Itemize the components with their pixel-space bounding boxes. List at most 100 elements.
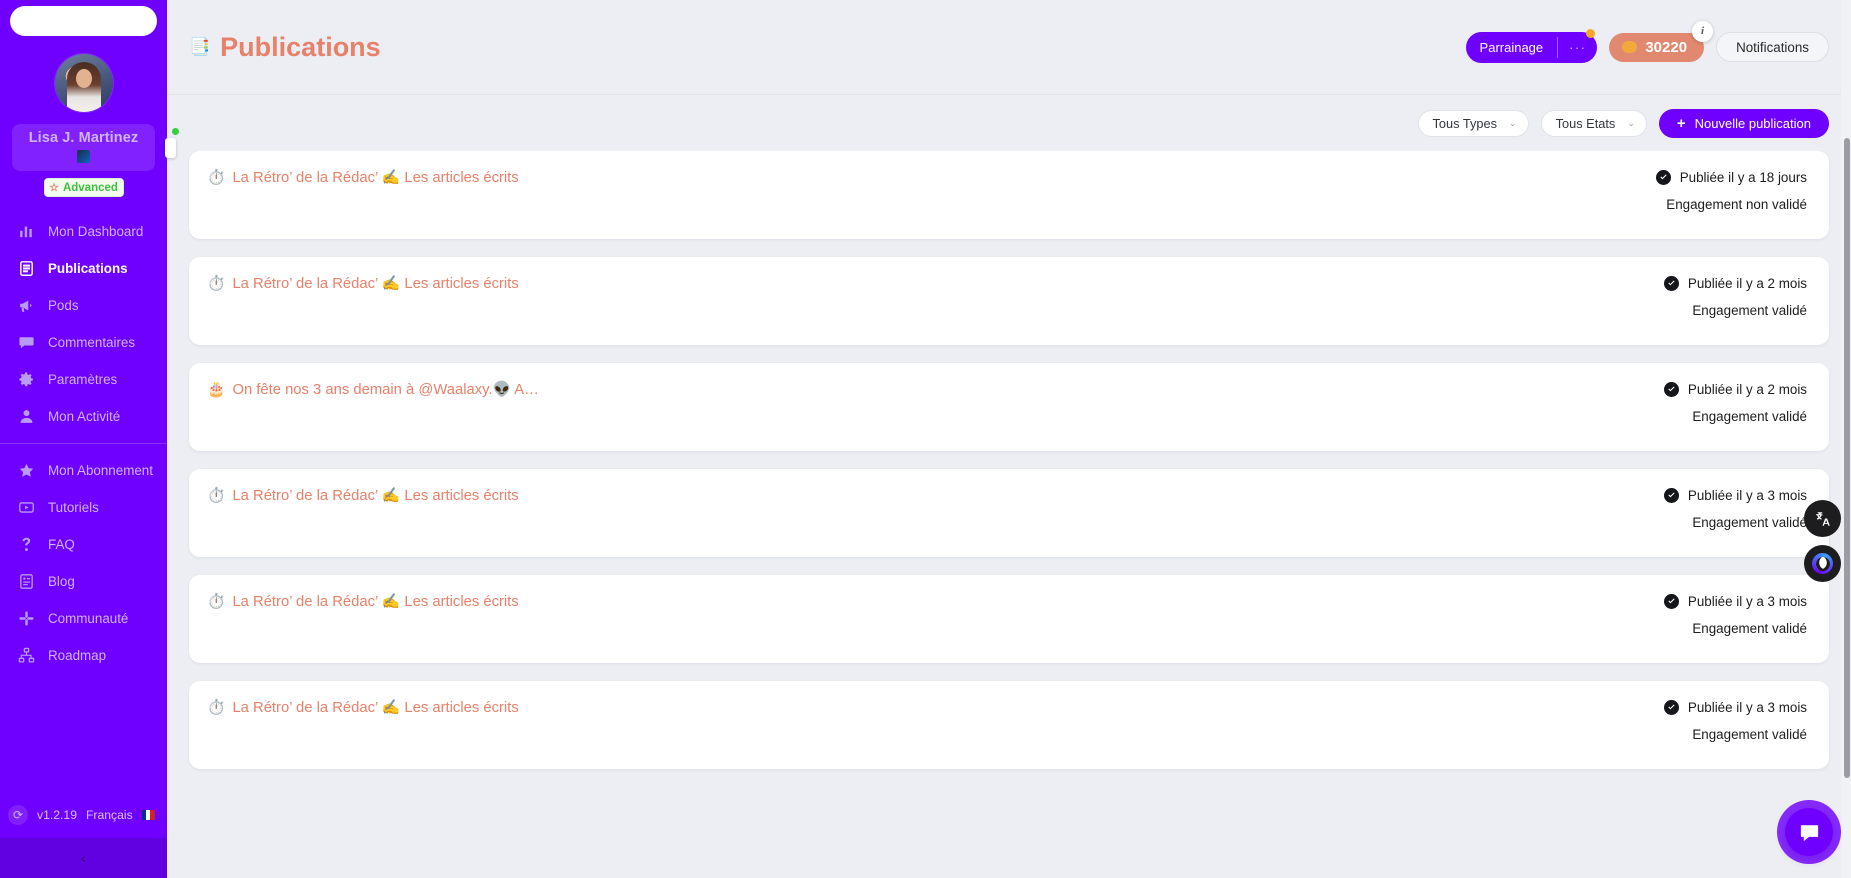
publications-list: ⏱️ La Rétro’ de la Rédac’ ✍️ Les article… (167, 151, 1851, 878)
publication-card[interactable]: ⏱️ La Rétro’ de la Rédac’ ✍️ Les article… (189, 151, 1829, 239)
state-filter-value: Tous Etats (1555, 115, 1616, 131)
chat-bubble-icon[interactable] (1785, 808, 1833, 856)
publication-status-text: Publiée il y a 3 mois (1687, 700, 1807, 715)
publication-card[interactable]: ⏱️ La Rétro’ de la Rédac’ ✍️ Les article… (189, 469, 1829, 557)
publication-status: Publiée il y a 3 mois (1663, 594, 1807, 609)
language-label[interactable]: Français (86, 808, 133, 822)
state-filter-select[interactable]: Tous Etats ⌄ (1540, 109, 1647, 137)
check-circle-icon (1663, 488, 1679, 503)
sidebar-item-roadmap[interactable]: Roadmap (0, 637, 167, 674)
publication-emoji: ⏱️ (207, 594, 226, 610)
publication-title[interactable]: ⏱️ La Rétro’ de la Rédac’ ✍️ Les article… (207, 275, 519, 295)
comment-icon (17, 334, 35, 352)
publication-meta: Publiée il y a 3 mois Engagement validé (1663, 699, 1807, 742)
user-icon (17, 408, 35, 426)
sidebar-search-input[interactable] (10, 6, 157, 36)
publication-title[interactable]: ⏱️ La Rétro’ de la Rédac’ ✍️ Les article… (207, 169, 519, 189)
filter-bar: Tous Types ⌄ Tous Etats ⌄ + Nouvelle pub… (167, 95, 1851, 151)
type-filter-select[interactable]: Tous Types ⌄ (1417, 109, 1529, 137)
plan-label: Advanced (62, 181, 118, 194)
avatar[interactable] (54, 54, 113, 112)
engagement-status: Engagement validé (1692, 303, 1807, 318)
publication-title[interactable]: ⏱️ La Rétro’ de la Rédac’ ✍️ Les article… (207, 699, 519, 719)
check-circle-icon (1663, 276, 1679, 291)
sidebar-item-faq[interactable]: FAQ (0, 526, 167, 563)
chevron-down-icon: ⌄ (1509, 117, 1517, 128)
publication-meta: Publiée il y a 2 mois Engagement validé (1663, 275, 1807, 318)
scrollbar-thumb[interactable] (1844, 138, 1850, 778)
sidebar-item-communaute[interactable]: Communauté (0, 600, 167, 637)
sidebar-item-commentaires[interactable]: Commentaires (0, 324, 167, 361)
publication-meta: Publiée il y a 3 mois Engagement validé (1663, 593, 1807, 636)
page-title-icon: 📑 (189, 37, 211, 56)
publication-meta: Publiée il y a 2 mois Engagement validé (1663, 381, 1807, 424)
parrainage-label: Parrainage (1479, 39, 1544, 55)
sidebar-collapse-button[interactable]: ‹ (0, 838, 167, 878)
face-ball (1812, 553, 1833, 574)
sidebar-item-label: Mon Activité (48, 409, 121, 424)
translate-icon[interactable] (1804, 500, 1841, 537)
parrainage-button[interactable]: Parrainage ··· (1465, 28, 1598, 63)
credits-badge[interactable]: 30220 i (1609, 20, 1714, 62)
notifications-button[interactable]: Notifications (1716, 32, 1829, 62)
publication-card[interactable]: ⏱️ La Rétro’ de la Rédac’ ✍️ Les article… (189, 257, 1829, 345)
engagement-status: Engagement non validé (1666, 197, 1807, 212)
sidebar-item-label: FAQ (48, 537, 75, 552)
publication-title-text: La Rétro’ de la Rédac’ ✍️ Les articles é… (232, 488, 519, 504)
sidebar-item-pods[interactable]: Pods (0, 287, 167, 324)
sidebar-item-mon-dashboard[interactable]: Mon Dashboard (0, 213, 167, 250)
star-icon (17, 462, 35, 480)
megaphone-icon (17, 297, 35, 315)
sidebar-nav: Mon Dashboard Publications Pods Commenta… (0, 213, 167, 674)
publication-status: Publiée il y a 3 mois (1663, 700, 1807, 715)
refresh-icon[interactable]: ⟳ (8, 805, 28, 825)
publication-meta: Publiée il y a 3 mois Engagement validé (1663, 487, 1807, 530)
publication-emoji: ⏱️ (207, 700, 226, 716)
publication-status-text: Publiée il y a 2 mois (1687, 276, 1807, 291)
document-icon (17, 260, 35, 278)
sidebar-item-mon-abonnement[interactable]: Mon Abonnement (0, 452, 167, 489)
sidebar-item-blog[interactable]: Blog (0, 563, 167, 600)
sidebar-item-tutoriels[interactable]: Tutoriels (0, 489, 167, 526)
sidebar-item-parametres[interactable]: Paramètres (0, 361, 167, 398)
sidebar-item-publications[interactable]: Publications (0, 250, 167, 287)
publication-title[interactable]: ⏱️ La Rétro’ de la Rédac’ ✍️ Les article… (207, 487, 519, 507)
slack-icon (17, 610, 35, 628)
new-publication-button[interactable]: + Nouvelle publication (1658, 108, 1829, 138)
info-icon[interactable]: i (1692, 20, 1714, 42)
publication-title-text: La Rétro’ de la Rédac’ ✍️ Les articles é… (232, 594, 519, 610)
check-circle-icon (1663, 594, 1679, 609)
publication-card[interactable]: 🎂 On fête nos 3 ans demain à @Waalaxy.👽 … (189, 363, 1829, 451)
check-circle-icon (1663, 382, 1679, 397)
engagement-status: Engagement validé (1692, 621, 1807, 636)
publication-card[interactable]: ⏱️ La Rétro’ de la Rédac’ ✍️ Les article… (189, 681, 1829, 769)
check-circle-icon (1663, 700, 1679, 715)
plan-badge[interactable]: ☆ Advanced (43, 178, 124, 197)
top-header: 📑 Publications Parrainage ··· 30220 i No… (167, 0, 1851, 95)
publication-title-text: La Rétro’ de la Rédac’ ✍️ Les articles é… (232, 276, 519, 292)
app-root: Lisa J. Martinez ☆ Advanced Mon Dashboar… (0, 0, 1851, 878)
notification-dot-icon (1586, 28, 1596, 38)
gear-icon (17, 371, 35, 389)
publication-title[interactable]: 🎂 On fête nos 3 ans demain à @Waalaxy.👽 … (207, 381, 539, 401)
publication-meta: Publiée il y a 18 jours Engagement non v… (1655, 169, 1807, 212)
type-filter-value: Tous Types (1432, 115, 1498, 131)
question-icon (17, 536, 35, 554)
sidebar-item-label: Commentaires (48, 335, 136, 350)
app-version: v1.2.19 (37, 808, 77, 822)
publication-emoji: ⏱️ (207, 488, 226, 504)
sidebar-item-mon-activite[interactable]: Mon Activité (0, 398, 167, 435)
vertical-scrollbar[interactable] (1841, 0, 1851, 878)
page-title-text: Publications (220, 31, 381, 62)
publication-title-text: La Rétro’ de la Rédac’ ✍️ Les articles é… (232, 700, 519, 716)
bar-chart-icon (17, 223, 35, 241)
publication-emoji: 🎂 (207, 382, 226, 398)
publication-card[interactable]: ⏱️ La Rétro’ de la Rédac’ ✍️ Les article… (189, 575, 1829, 663)
profile-namebox[interactable]: Lisa J. Martinez (12, 124, 155, 171)
publication-title[interactable]: ⏱️ La Rétro’ de la Rédac’ ✍️ Les article… (207, 593, 519, 613)
sidebar: Lisa J. Martinez ☆ Advanced Mon Dashboar… (0, 0, 179, 878)
sidebar-item-label: Tutoriels (48, 500, 99, 515)
sidebar-handle[interactable] (165, 138, 176, 158)
face-icon[interactable] (1804, 545, 1841, 582)
engagement-status: Engagement validé (1692, 515, 1807, 530)
